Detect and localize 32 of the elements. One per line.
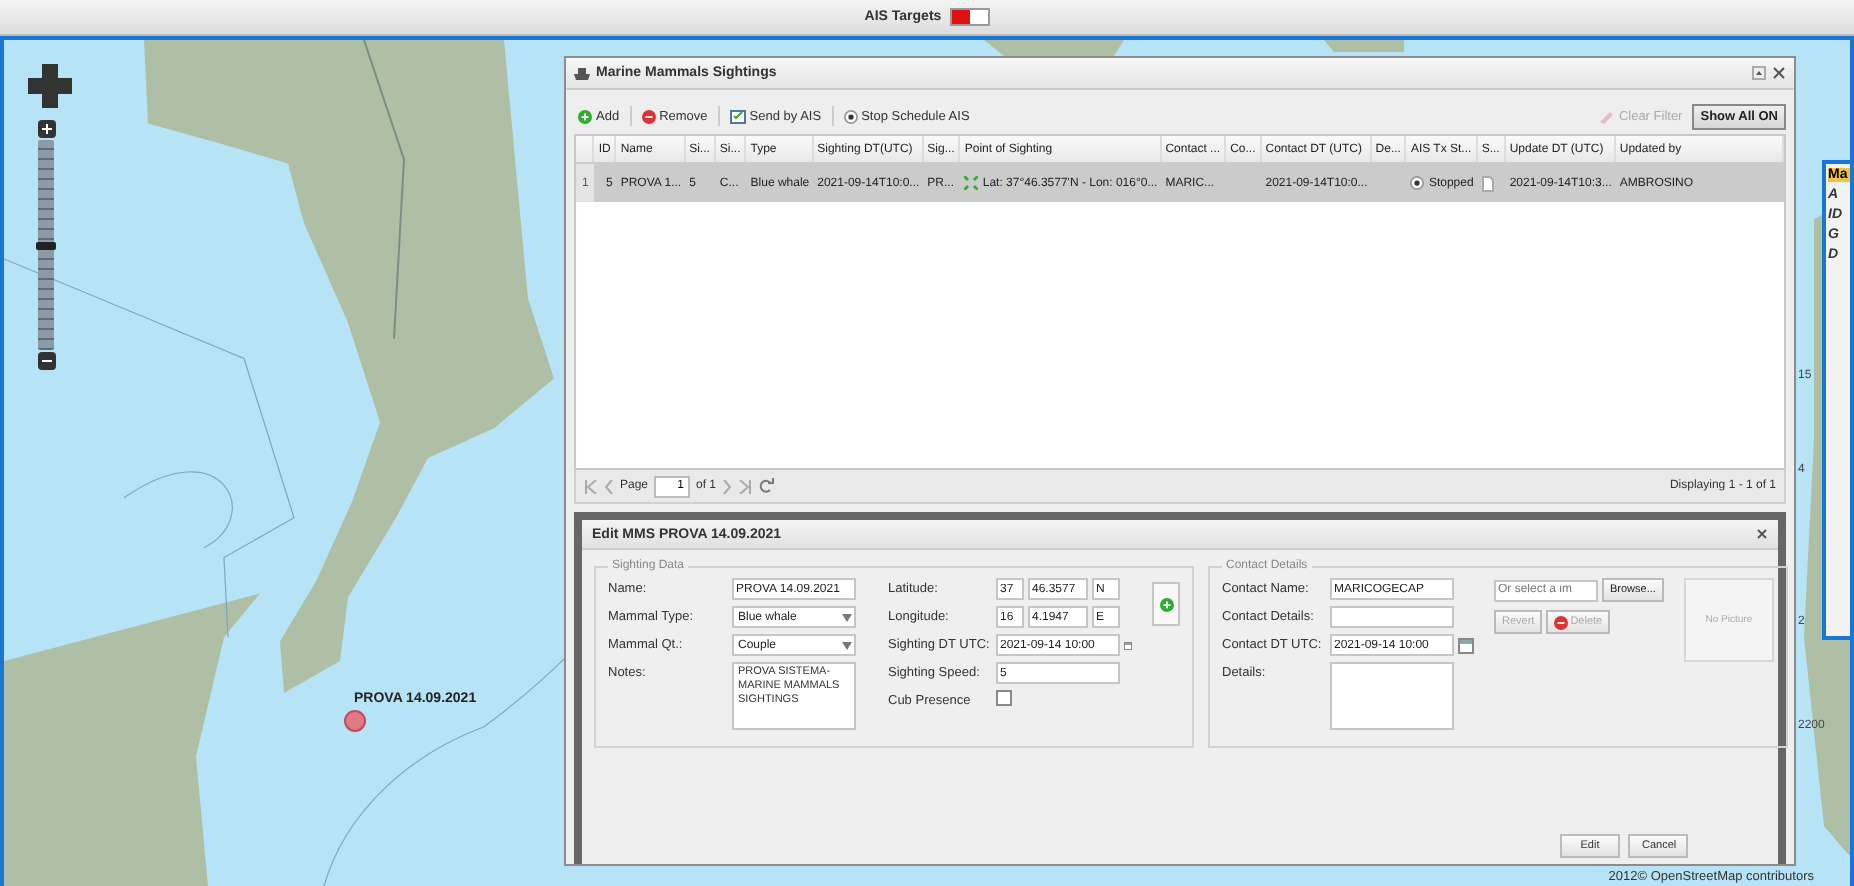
input-field[interactable]: [1330, 606, 1454, 628]
checkbox[interactable]: [996, 690, 1012, 706]
add-position-button[interactable]: [1152, 582, 1180, 626]
refresh-icon[interactable]: [758, 478, 775, 494]
document-icon: [1481, 175, 1494, 191]
plus-icon: [41, 124, 51, 134]
plus-icon: [578, 109, 592, 123]
close-icon[interactable]: [1756, 528, 1768, 540]
radio-icon: [1410, 176, 1425, 190]
calendar-icon[interactable]: [1124, 637, 1132, 653]
next-page-icon[interactable]: [722, 479, 733, 493]
minus-icon: [641, 109, 656, 123]
move-icon: [964, 176, 979, 190]
caret-icon: [842, 641, 852, 649]
previous-page-icon[interactable]: [604, 479, 614, 493]
minus-icon: [1554, 615, 1569, 629]
toggle-switch[interactable]: [949, 8, 990, 26]
eraser-icon: [1598, 109, 1615, 123]
collapse-icon[interactable]: [1752, 66, 1766, 80]
checklist-icon: [729, 109, 746, 123]
close-icon[interactable]: [1772, 66, 1786, 80]
plus-icon: [1159, 597, 1173, 611]
last-page-icon[interactable]: [738, 479, 753, 493]
ship-icon: [574, 66, 590, 80]
slider-thumb[interactable]: [36, 241, 56, 249]
first-page-icon[interactable]: [584, 479, 598, 493]
calendar-icon[interactable]: [1458, 637, 1474, 653]
radio-icon: [843, 109, 858, 123]
zoom-slider[interactable]: [38, 140, 54, 350]
caret-icon: [842, 613, 852, 621]
pan-control-icon[interactable]: [28, 64, 72, 108]
minus-icon: [41, 356, 51, 366]
